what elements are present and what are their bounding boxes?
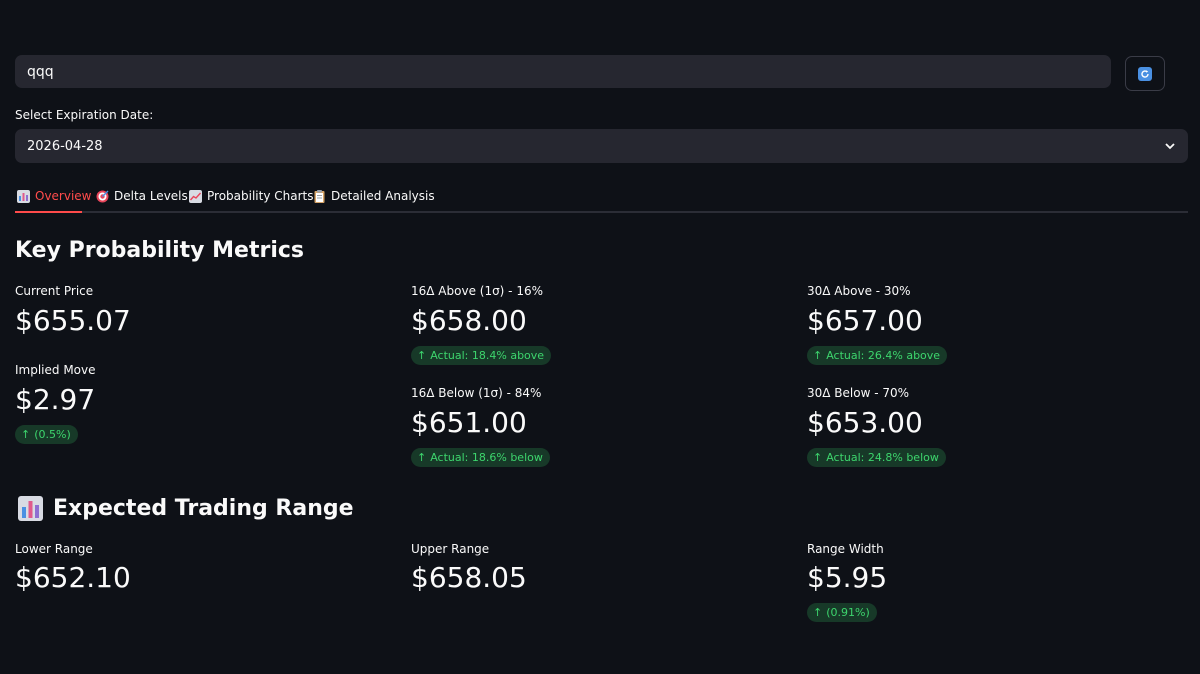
arrow-up-icon: ↑ (813, 606, 823, 619)
tab-overview[interactable]: Overview (17, 187, 92, 205)
line-chart-icon (189, 189, 202, 203)
d16-below-label: 16Δ Below (1σ) - 84% (411, 386, 542, 400)
key-metrics-title: Key Probability Metrics (15, 238, 305, 263)
d16-above-value: $658.00 (411, 304, 527, 337)
d30-above-delta-text: Actual: 26.4% above (826, 349, 941, 362)
arrow-up-icon: ↑ (417, 349, 427, 362)
expiration-label: Select Expiration Date: (15, 108, 154, 122)
lower-range-label: Lower Range (15, 542, 93, 556)
implied-move-value: $2.97 (15, 383, 96, 416)
tab-delta-levels[interactable]: Delta Levels (96, 187, 188, 205)
current-price-label: Current Price (15, 284, 94, 298)
clipboard-icon (314, 189, 325, 203)
arrow-up-icon: ↑ (813, 349, 823, 362)
range-width-delta-text: (0.91%) (826, 606, 870, 619)
lower-range-value: $652.10 (15, 561, 131, 594)
arrow-up-icon: ↑ (21, 428, 31, 441)
tab-detailed-analysis[interactable]: Detailed Analysis (313, 187, 435, 205)
tab-probability-charts[interactable]: Probability Charts (189, 187, 313, 205)
tab-delta-levels-label: Delta Levels (114, 189, 188, 203)
d30-below-delta-text: Actual: 24.8% below (826, 451, 939, 464)
upper-range-value: $658.05 (411, 561, 527, 594)
active-tab-indicator (15, 211, 82, 213)
tab-detailed-analysis-label: Detailed Analysis (331, 189, 435, 203)
d30-above-value: $657.00 (807, 304, 923, 337)
tab-bar: Overview Delta Levels Probability Charts… (15, 180, 1188, 213)
current-price-value: $655.07 (15, 304, 131, 337)
d16-above-delta: ↑ Actual: 18.4% above (411, 346, 552, 365)
tab-overview-label: Overview (35, 189, 92, 203)
implied-move-delta-text: (0.5%) (34, 428, 71, 441)
d16-below-delta: ↑ Actual: 18.6% below (411, 448, 550, 467)
arrow-up-icon: ↑ (417, 451, 427, 464)
trading-range-heading: Expected Trading Range (18, 496, 354, 521)
range-width-delta: ↑ (0.91%) (807, 603, 877, 622)
refresh-button[interactable] (1125, 56, 1165, 91)
arrow-up-icon: ↑ (813, 451, 823, 464)
d30-below-delta: ↑ Actual: 24.8% below (807, 448, 946, 467)
expiration-select[interactable]: 2026-04-28 (15, 129, 1188, 163)
d16-above-label: 16Δ Above (1σ) - 16% (411, 284, 543, 298)
d16-below-value: $651.00 (411, 406, 527, 439)
ticker-input-value: qqq (27, 63, 54, 80)
target-icon (96, 190, 109, 202)
bar-chart-icon (17, 189, 30, 203)
chevron-down-icon (1165, 143, 1175, 150)
upper-range-label: Upper Range (411, 542, 490, 556)
ticker-input[interactable]: qqq (15, 55, 1111, 88)
range-width-value: $5.95 (807, 561, 888, 594)
range-width-label: Range Width (807, 542, 884, 556)
d30-above-delta: ↑ Actual: 26.4% above (807, 346, 948, 365)
d30-below-label: 30Δ Below - 70% (807, 386, 910, 400)
refresh-icon (1138, 66, 1152, 81)
d30-above-label: 30Δ Above - 30% (807, 284, 911, 298)
bar-chart-icon (18, 496, 43, 521)
d30-below-value: $653.00 (807, 406, 923, 439)
implied-move-label: Implied Move (15, 363, 96, 377)
implied-move-delta: ↑ (0.5%) (15, 425, 78, 444)
tab-probability-charts-label: Probability Charts (207, 189, 314, 203)
d16-above-delta-text: Actual: 18.4% above (430, 349, 545, 362)
trading-range-title: Expected Trading Range (53, 496, 354, 521)
d16-below-delta-text: Actual: 18.6% below (430, 451, 543, 464)
expiration-selected: 2026-04-28 (27, 138, 103, 154)
